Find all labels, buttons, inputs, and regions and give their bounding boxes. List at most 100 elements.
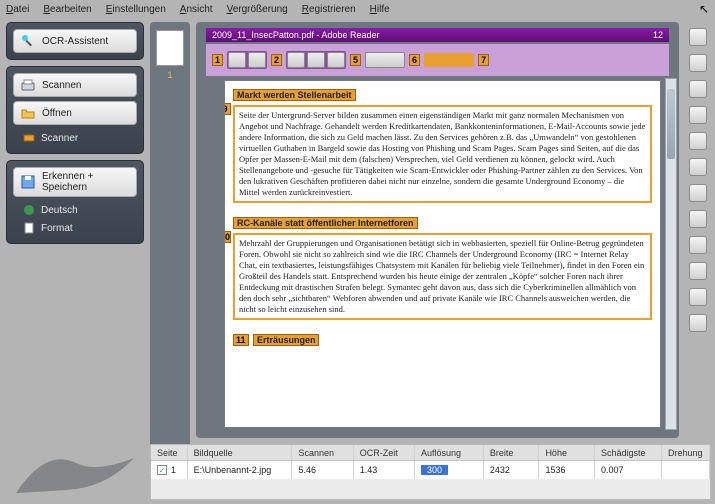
rt-icon-9[interactable] bbox=[689, 236, 707, 254]
table-row[interactable]: ✓1 E:\Unbenannt-2.jpg 5.46 1.43 300 2432… bbox=[151, 461, 710, 479]
tb-num-7: 7 bbox=[478, 54, 489, 66]
format-sub[interactable]: Format bbox=[13, 219, 137, 237]
cell-hoehe: 1536 bbox=[539, 461, 595, 479]
menu-vergroesserung[interactable]: Vergrößerung bbox=[227, 4, 288, 15]
col-ocr[interactable]: OCR-Zeit bbox=[354, 445, 415, 460]
page-icon bbox=[23, 222, 35, 234]
zone-number-11: 11 bbox=[233, 334, 249, 346]
tb-num-6: 6 bbox=[409, 54, 420, 66]
ocr-zone-10[interactable]: Mehrzahl der Gruppierungen und Organisat… bbox=[233, 233, 652, 320]
ocr-assistant-label: OCR-Assistent bbox=[42, 36, 108, 47]
sidebar-panel-3: Erkennen + Speichern Deutsch Format bbox=[6, 160, 144, 244]
rt-icon-8[interactable] bbox=[689, 210, 707, 228]
col-schaedigste[interactable]: Schädigste bbox=[595, 445, 662, 460]
tool-button[interactable] bbox=[327, 52, 345, 68]
vertical-scrollbar[interactable] bbox=[665, 78, 677, 430]
rt-icon-7[interactable] bbox=[689, 184, 707, 202]
zone-header-1[interactable]: Markt werden Stellenarbeit bbox=[233, 89, 356, 101]
tool-button[interactable] bbox=[228, 52, 246, 68]
erkennen-label: Erkennen + Speichern bbox=[42, 171, 130, 193]
page-info-table: Seite Bildquelle Scannen OCR-Zeit Auflös… bbox=[150, 444, 711, 500]
menu-hilfe[interactable]: Hilfe bbox=[370, 4, 390, 15]
page-thumb-number: 1 bbox=[167, 70, 172, 80]
cell-bildquelle: E:\Unbenannt-2.jpg bbox=[188, 461, 293, 479]
col-seite[interactable]: Seite bbox=[151, 445, 188, 460]
tb-num-2: 2 bbox=[271, 54, 282, 66]
rt-icon-10[interactable] bbox=[689, 262, 707, 280]
scanner-icon bbox=[20, 77, 36, 93]
menu-registrieren[interactable]: Registrieren bbox=[302, 4, 356, 15]
menu-bar: Datei Bearbeiten Einstellungen Ansicht V… bbox=[0, 0, 715, 18]
toolbar-group-1 bbox=[227, 51, 267, 69]
rt-icon-6[interactable] bbox=[689, 158, 707, 176]
row-checkbox[interactable]: ✓ bbox=[157, 465, 167, 475]
rt-icon-3[interactable] bbox=[689, 80, 707, 98]
scannen-label: Scannen bbox=[42, 80, 81, 91]
sidebar-panel-2: Scannen Öffnen Scanner bbox=[6, 66, 144, 154]
ocr-zone-9[interactable]: Seite der Untergrund-Server bilden zusam… bbox=[233, 105, 652, 203]
device-icon bbox=[23, 132, 35, 144]
cell-ocr: 1.43 bbox=[354, 461, 415, 479]
menu-ansicht[interactable]: Ansicht bbox=[180, 4, 213, 15]
rt-icon-4[interactable] bbox=[689, 106, 707, 124]
right-toolbar bbox=[685, 22, 711, 438]
thumbnail-strip: 1 bbox=[150, 22, 190, 452]
col-drehung[interactable]: Drehung bbox=[662, 445, 710, 460]
eagle-logo bbox=[6, 438, 144, 498]
sidebar: OCR-Assistent Scannen Öffnen Scanner Erk… bbox=[6, 22, 144, 250]
tb-num-1: 1 bbox=[212, 54, 223, 66]
rt-icon-11[interactable] bbox=[689, 288, 707, 306]
format-label: Format bbox=[41, 223, 73, 234]
embedded-window-titlebar[interactable]: 2009_11_InsecPatton.pdf - Adobe Reader 1… bbox=[206, 28, 669, 42]
cell-schaedigste: 0.007 bbox=[595, 461, 662, 479]
embedded-window-title: 2009_11_InsecPatton.pdf - Adobe Reader bbox=[212, 28, 379, 42]
table-header: Seite Bildquelle Scannen OCR-Zeit Auflös… bbox=[151, 445, 710, 461]
cell-scannen: 5.46 bbox=[292, 461, 353, 479]
sidebar-panel-1: OCR-Assistent bbox=[6, 22, 144, 60]
menu-bearbeiten[interactable]: Bearbeiten bbox=[43, 4, 91, 15]
rt-icon-1[interactable] bbox=[689, 28, 707, 46]
toolbar-group-2 bbox=[286, 51, 346, 69]
embedded-toolbar: 1 2 5 6 7 bbox=[206, 44, 669, 76]
deutsch-label: Deutsch bbox=[41, 205, 78, 216]
tool-button[interactable] bbox=[287, 52, 305, 68]
toolbar-pill[interactable] bbox=[424, 53, 474, 67]
scannen-button[interactable]: Scannen bbox=[13, 73, 137, 97]
col-scannen[interactable]: Scannen bbox=[292, 445, 353, 460]
col-aufloesung[interactable]: Auflösung bbox=[415, 445, 484, 460]
globe-icon bbox=[23, 204, 35, 216]
erkennen-button[interactable]: Erkennen + Speichern bbox=[13, 167, 137, 197]
col-breite[interactable]: Breite bbox=[484, 445, 540, 460]
tool-button[interactable] bbox=[248, 52, 266, 68]
deutsch-sub[interactable]: Deutsch bbox=[13, 201, 137, 219]
col-bildquelle[interactable]: Bildquelle bbox=[188, 445, 293, 460]
zone-header-3[interactable]: Erträusungen bbox=[253, 334, 320, 346]
menu-datei[interactable]: Datei bbox=[6, 4, 29, 15]
oeffnen-button[interactable]: Öffnen bbox=[13, 101, 137, 125]
rt-icon-5[interactable] bbox=[689, 132, 707, 150]
rt-icon-12[interactable] bbox=[689, 314, 707, 332]
main-viewer: 2009_11_InsecPatton.pdf - Adobe Reader 1… bbox=[196, 22, 679, 438]
menu-einstellungen[interactable]: Einstellungen bbox=[106, 4, 166, 15]
tool-field[interactable] bbox=[365, 52, 405, 68]
scrollbar-thumb[interactable] bbox=[667, 89, 675, 159]
zone-header-2[interactable]: RC-Kanäle statt öffentlicher Internetfor… bbox=[233, 217, 418, 229]
scanner-label: Scanner bbox=[41, 133, 78, 144]
zone-number-9: 9 bbox=[224, 103, 231, 115]
tool-button[interactable] bbox=[307, 52, 325, 68]
tb-num-5: 5 bbox=[350, 54, 361, 66]
oeffnen-label: Öffnen bbox=[42, 108, 72, 119]
save-icon bbox=[20, 174, 36, 190]
zone-number-10: 10 bbox=[224, 231, 231, 243]
page-thumbnail[interactable] bbox=[156, 30, 184, 66]
cell-breite: 2432 bbox=[484, 461, 540, 479]
document-page: Markt werden Stellenarbeit 9 Seite der U… bbox=[224, 80, 661, 428]
cursor-icon: ↖ bbox=[699, 2, 709, 16]
cell-seite: 1 bbox=[171, 465, 176, 475]
scanner-sub[interactable]: Scanner bbox=[13, 129, 137, 147]
rt-icon-2[interactable] bbox=[689, 54, 707, 72]
cell-drehung bbox=[662, 461, 710, 479]
col-hoehe[interactable]: Höhe bbox=[539, 445, 595, 460]
ocr-assistant-button[interactable]: OCR-Assistent bbox=[13, 29, 137, 53]
embedded-window-badge: 12 bbox=[653, 28, 663, 42]
